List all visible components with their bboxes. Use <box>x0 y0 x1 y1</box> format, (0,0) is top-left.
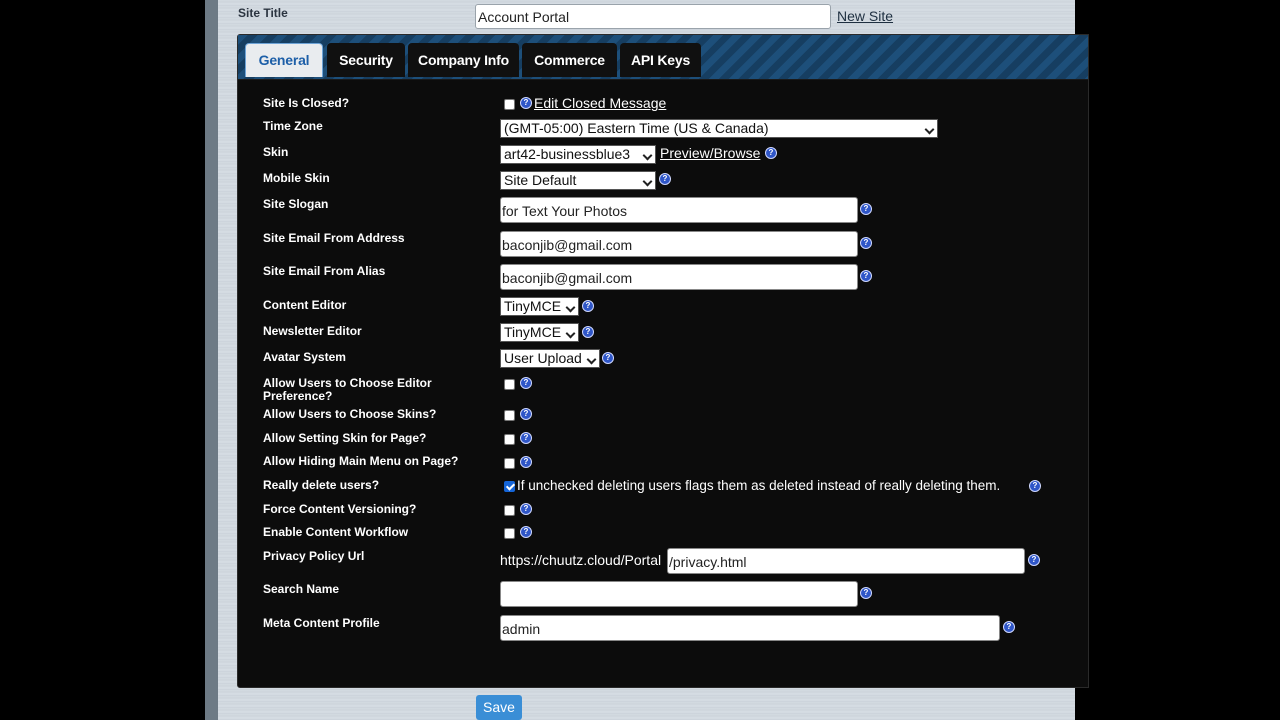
content-editor-label: Content Editor <box>263 298 347 312</box>
time-zone-label: Time Zone <box>263 119 323 133</box>
avatar-system-select[interactable]: User Upload <box>500 349 600 368</box>
help-icon[interactable] <box>582 326 594 338</box>
site-slogan-input[interactable]: for Text Your Photos <box>500 197 858 223</box>
avatar-system-value: User Upload <box>504 350 582 366</box>
content-versioning-label: Force Content Versioning? <box>263 502 417 516</box>
avatar-system-label: Avatar System <box>263 350 346 364</box>
email-alias-label: Site Email From Alias <box>263 264 386 278</box>
skin-select[interactable]: art42-businessblue3 <box>500 145 656 164</box>
mobile-skin-label: Mobile Skin <box>263 171 330 185</box>
help-icon[interactable] <box>765 147 777 159</box>
site-title-input[interactable]: Account Portal <box>475 4 831 29</box>
preview-browse-link[interactable]: Preview/Browse <box>660 145 760 161</box>
help-icon[interactable] <box>860 587 872 599</box>
email-alias-input[interactable]: baconjib@gmail.com <box>500 264 858 290</box>
tab-commerce[interactable]: Commerce <box>522 43 617 77</box>
privacy-url-input[interactable]: /privacy.html <box>667 548 1025 574</box>
hide-main-menu-label: Allow Hiding Main Menu on Page? <box>263 454 459 468</box>
choose-editor-checkbox[interactable] <box>504 379 515 390</box>
tab-company-info[interactable]: Company Info <box>408 43 519 77</box>
search-name-label: Search Name <box>263 582 340 596</box>
email-from-input[interactable]: baconjib@gmail.com <box>500 231 858 257</box>
site-slogan-label: Site Slogan <box>263 197 329 211</box>
help-icon[interactable] <box>520 456 532 468</box>
privacy-url-prefix: https://chuutz.cloud/Portal <box>500 552 662 568</box>
search-name-input[interactable] <box>500 581 858 607</box>
skin-label: Skin <box>263 145 289 159</box>
content-editor-select[interactable]: TinyMCE <box>500 297 579 316</box>
content-workflow-checkbox[interactable] <box>504 528 515 539</box>
choose-editor-label-line2: Preference? <box>263 389 333 403</box>
hide-main-menu-checkbox[interactable] <box>504 458 515 469</box>
help-icon[interactable] <box>1003 621 1015 633</box>
chevron-down-icon <box>642 176 653 187</box>
meta-profile-input[interactable]: admin <box>500 615 1000 641</box>
help-icon[interactable] <box>860 270 872 282</box>
settings-panel: General Security Company Info Commerce A… <box>237 34 1089 688</box>
help-icon[interactable] <box>520 526 532 538</box>
time-zone-select[interactable]: (GMT-05:00) Eastern Time (US & Canada) <box>500 119 938 138</box>
mobile-skin-value: Site Default <box>504 172 577 188</box>
tab-bar: General Security Company Info Commerce A… <box>238 35 1088 80</box>
site-title-label: Site Title <box>238 6 288 20</box>
chevron-down-icon <box>586 354 597 365</box>
content-versioning-checkbox[interactable] <box>504 505 515 516</box>
content-workflow-label: Enable Content Workflow <box>263 525 409 539</box>
help-icon[interactable] <box>860 237 872 249</box>
site-closed-checkbox[interactable] <box>504 99 515 110</box>
mobile-skin-select[interactable]: Site Default <box>500 171 656 190</box>
tab-api-keys[interactable]: API Keys <box>620 43 701 77</box>
help-icon[interactable] <box>520 432 532 444</box>
choose-skins-label: Allow Users to Choose Skins? <box>263 407 437 421</box>
tab-security[interactable]: Security <box>327 43 405 77</box>
help-icon[interactable] <box>520 503 532 515</box>
help-icon[interactable] <box>602 352 614 364</box>
meta-profile-label: Meta Content Profile <box>263 616 380 630</box>
help-icon[interactable] <box>1028 554 1040 566</box>
privacy-url-label: Privacy Policy Url <box>263 549 365 563</box>
skin-for-page-checkbox[interactable] <box>504 434 515 445</box>
really-delete-label: Really delete users? <box>263 478 380 492</box>
really-delete-checkbox[interactable] <box>504 481 515 492</box>
choose-skins-checkbox[interactable] <box>504 410 515 421</box>
help-icon[interactable] <box>860 203 872 215</box>
help-icon[interactable] <box>582 300 594 312</box>
chevron-down-icon <box>642 150 653 161</box>
skin-for-page-label: Allow Setting Skin for Page? <box>263 431 427 445</box>
time-zone-value: (GMT-05:00) Eastern Time (US & Canada) <box>504 120 769 136</box>
page-left-edge <box>205 0 218 720</box>
chevron-down-icon <box>924 124 935 135</box>
site-closed-label: Site Is Closed? <box>263 96 350 110</box>
newsletter-editor-label: Newsletter Editor <box>263 324 362 338</box>
help-icon[interactable] <box>520 97 532 109</box>
newsletter-editor-value: TinyMCE <box>504 324 562 340</box>
help-icon[interactable] <box>520 408 532 420</box>
choose-editor-label: Allow Users to Choose Editor Preference? <box>263 377 432 403</box>
newsletter-editor-select[interactable]: TinyMCE <box>500 323 579 342</box>
content-editor-value: TinyMCE <box>504 298 562 314</box>
save-button[interactable]: Save <box>476 695 522 720</box>
edit-closed-message-link[interactable]: Edit Closed Message <box>534 95 666 111</box>
skin-value: art42-businessblue3 <box>504 146 631 162</box>
chevron-down-icon <box>565 302 576 313</box>
email-from-label: Site Email From Address <box>263 231 405 245</box>
help-icon[interactable] <box>1029 480 1041 492</box>
help-icon[interactable] <box>520 377 532 389</box>
new-site-link[interactable]: New Site <box>837 8 893 24</box>
chevron-down-icon <box>565 328 576 339</box>
tab-general[interactable]: General <box>245 43 323 77</box>
help-icon[interactable] <box>659 173 671 185</box>
really-delete-note: If unchecked deleting users flags them a… <box>517 478 1001 493</box>
